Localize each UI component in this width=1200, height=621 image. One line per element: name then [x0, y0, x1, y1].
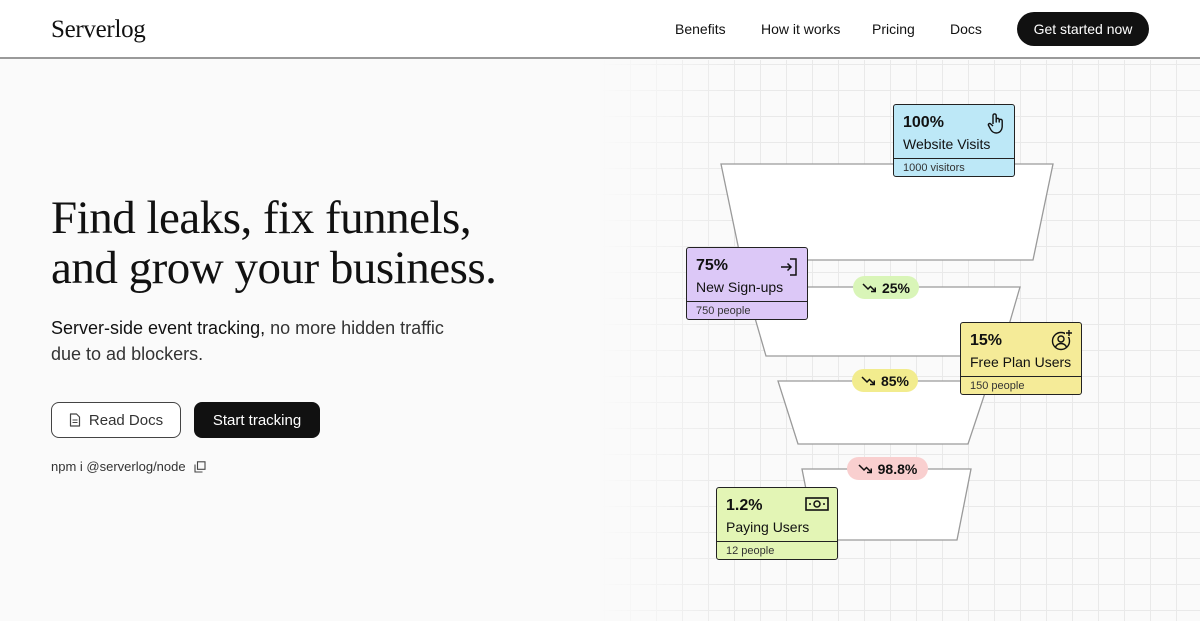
- funnel-stage-1: [720, 163, 1054, 261]
- card-title: Website Visits: [903, 136, 991, 152]
- trend-down-icon: [862, 282, 876, 293]
- card-title: Paying Users: [726, 519, 810, 535]
- card-divider: [894, 158, 1014, 159]
- card-percent: 75%: [696, 257, 729, 274]
- card-percent: 1.2%: [726, 497, 763, 514]
- card-paying-users: 1.2% Paying Users 12 people: [716, 487, 838, 560]
- card-divider: [687, 301, 807, 302]
- card-new-signups: 75% New Sign-ups 750 people: [686, 247, 808, 320]
- drop-value-1: 25%: [881, 279, 911, 296]
- card-count: 150 people: [970, 380, 1025, 392]
- card-divider: [961, 376, 1081, 377]
- card-count: 1000 visitors: [903, 162, 965, 174]
- pointer-hand-icon: [986, 111, 1006, 140]
- user-add-icon: [1051, 329, 1073, 356]
- drop-pill-3: 98.8%: [847, 457, 928, 480]
- card-percent: 15%: [970, 332, 1003, 349]
- sign-in-icon: [779, 257, 799, 282]
- drop-value-3: 98.8%: [877, 460, 918, 477]
- funnel-outline: [720, 163, 1054, 541]
- card-free-plan-users: 15% Free Plan Users 150 people: [960, 322, 1082, 395]
- card-title: New Sign-ups: [696, 279, 784, 295]
- card-percent: 100%: [903, 114, 944, 131]
- card-website-visits: 100% Website Visits 1000 visitors: [893, 104, 1015, 177]
- drop-pill-2: 85%: [852, 369, 918, 392]
- card-divider: [717, 541, 837, 542]
- trend-down-icon: [858, 463, 872, 474]
- card-count: 12 people: [726, 545, 775, 557]
- card-title: Free Plan Users: [970, 354, 1072, 370]
- money-icon: [805, 496, 829, 517]
- drop-pill-1: 25%: [853, 276, 919, 299]
- drop-value-2: 85%: [880, 372, 910, 389]
- trend-down-icon: [861, 375, 875, 386]
- card-count: 750 people: [696, 305, 751, 317]
